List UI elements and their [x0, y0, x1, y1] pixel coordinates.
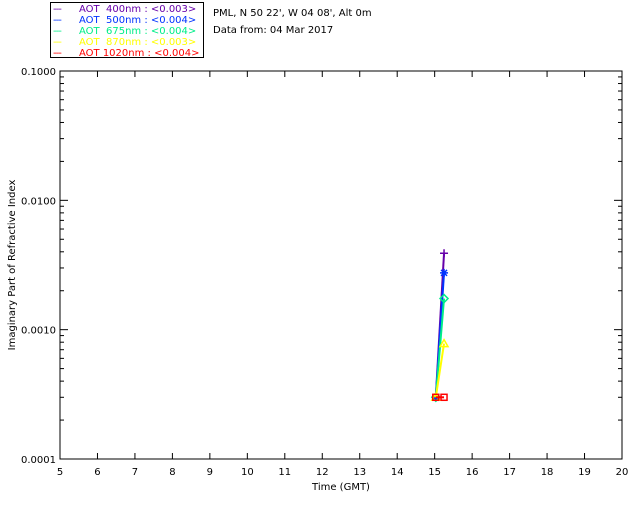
x-tick-label: 7 — [132, 467, 138, 478]
x-tick-label: 8 — [169, 467, 175, 478]
asterisk-marker — [440, 268, 449, 277]
x-tick-label: 20 — [616, 467, 629, 478]
plot-frame — [59, 70, 623, 460]
x-tick-label: 14 — [391, 467, 404, 478]
x-tick-label: 17 — [503, 467, 516, 478]
x-tick-label: 19 — [578, 467, 591, 478]
x-tick-label: 11 — [278, 467, 291, 478]
x-tick-label: 5 — [57, 467, 63, 478]
plus-marker — [440, 249, 449, 258]
x-tick-label: 12 — [316, 467, 329, 478]
y-tick-label: 0.0100 — [21, 196, 56, 207]
y-tick-label: 0.0001 — [21, 455, 56, 466]
x-axis-label: Time (GMT) — [311, 482, 370, 493]
x-tick-label: 10 — [241, 467, 254, 478]
x-tick-label: 18 — [541, 467, 554, 478]
y-axis-label: Imaginary Part of Refractive Index — [7, 180, 18, 351]
x-tick-label: 6 — [94, 467, 100, 478]
y-tick-label: 0.0010 — [21, 326, 56, 337]
x-tick-label: 9 — [207, 467, 213, 478]
y-tick-label: 0.1000 — [21, 67, 56, 78]
chart: 5 6 7 8 9 10 11 12 13 14 15 16 17 18 19 20 0.0001 0.0010 0… — [7, 67, 629, 493]
plus-marker-part — [440, 249, 449, 258]
x-tick-label: 15 — [428, 467, 441, 478]
asterisk-marker-part — [440, 268, 449, 277]
x-tick-label: 13 — [353, 467, 366, 478]
x-tick-label: 16 — [466, 467, 479, 478]
